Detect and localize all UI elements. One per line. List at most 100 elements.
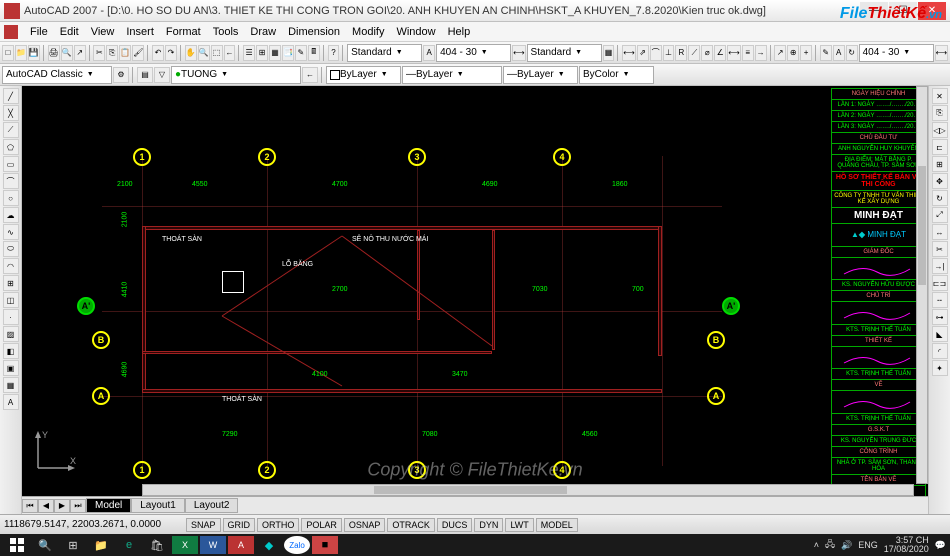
store-icon[interactable]: 🛍: [144, 536, 170, 554]
ellipse-icon[interactable]: ⬭: [3, 241, 19, 257]
open-icon[interactable]: 📁: [15, 45, 27, 61]
model-button[interactable]: MODEL: [536, 518, 578, 532]
menu-draw[interactable]: Draw: [244, 24, 282, 40]
tab-prev-icon[interactable]: ◀: [38, 499, 54, 513]
menu-insert[interactable]: Insert: [120, 24, 160, 40]
dim-angular-icon[interactable]: ∠: [714, 45, 726, 61]
ortho-button[interactable]: ORTHO: [257, 518, 299, 532]
word-icon[interactable]: W: [200, 536, 226, 554]
erase-icon[interactable]: ✕: [932, 88, 948, 104]
help-icon[interactable]: ?: [328, 45, 340, 61]
menu-edit[interactable]: Edit: [54, 24, 85, 40]
move-icon[interactable]: ✥: [932, 173, 948, 189]
dim-style-control[interactable]: 404 - 30▼: [859, 44, 934, 62]
quickcalc-icon[interactable]: 🖩: [308, 45, 320, 61]
taskview-icon[interactable]: ⊞: [60, 536, 86, 554]
dim-style-icon[interactable]: ⟷: [935, 45, 948, 61]
layer-filter-icon[interactable]: ▽: [154, 67, 170, 83]
copy-icon[interactable]: ⎘: [106, 45, 118, 61]
offset-icon[interactable]: ⊏: [932, 139, 948, 155]
array-icon[interactable]: ⊞: [932, 156, 948, 172]
dim-update-icon[interactable]: ↻: [846, 45, 858, 61]
menu-modify[interactable]: Modify: [346, 24, 390, 40]
dim-edit-icon[interactable]: ✎: [820, 45, 832, 61]
ducs-button[interactable]: DUCS: [437, 518, 473, 532]
textstyle-icon[interactable]: A: [423, 45, 435, 61]
line-icon[interactable]: ╱: [3, 88, 19, 104]
textstyle-dropdown[interactable]: Standard▼: [347, 44, 422, 62]
layer-previous-icon[interactable]: ←: [302, 67, 318, 83]
linetype-dropdown[interactable]: — ByLayer▼: [402, 66, 502, 84]
preview-icon[interactable]: 🔍: [61, 45, 73, 61]
revcloud-icon[interactable]: ☁: [3, 207, 19, 223]
autocad-task-icon[interactable]: A: [228, 536, 254, 554]
paste-icon[interactable]: 📋: [119, 45, 131, 61]
tab-layout1[interactable]: Layout1: [131, 498, 185, 513]
explorer-icon[interactable]: 📁: [88, 536, 114, 554]
tablestyle-dropdown[interactable]: Standard▼: [527, 44, 602, 62]
region-icon[interactable]: ▣: [3, 360, 19, 376]
mirror-icon[interactable]: ◁▷: [932, 122, 948, 138]
explode-icon[interactable]: ✦: [932, 360, 948, 376]
search-icon[interactable]: 🔍: [32, 536, 58, 554]
mtext-icon[interactable]: A: [3, 394, 19, 410]
dimstyle-dropdown[interactable]: 404 - 30▼: [436, 44, 511, 62]
dyn-button[interactable]: DYN: [474, 518, 503, 532]
pline-icon[interactable]: ⟋: [3, 122, 19, 138]
horizontal-scrollbar[interactable]: [142, 484, 914, 496]
match-icon[interactable]: 🖌: [132, 45, 144, 61]
arc-icon[interactable]: ⌒: [3, 173, 19, 189]
gradient-icon[interactable]: ◧: [3, 343, 19, 359]
tab-next-icon[interactable]: ▶: [54, 499, 70, 513]
circle-icon[interactable]: ○: [3, 190, 19, 206]
tool-palette-icon[interactable]: ▦: [269, 45, 281, 61]
grid-button[interactable]: GRID: [223, 518, 256, 532]
layer-dropdown[interactable]: ● TUONG▼: [171, 66, 301, 84]
app2-task-icon[interactable]: ■: [312, 536, 338, 554]
join-icon[interactable]: ⊶: [932, 309, 948, 325]
zoom-icon[interactable]: 🔍: [198, 45, 210, 61]
cut-icon[interactable]: ✂: [93, 45, 105, 61]
sheet-set-icon[interactable]: 📑: [282, 45, 294, 61]
language-indicator[interactable]: ENG: [858, 540, 878, 550]
lwt-button[interactable]: LWT: [505, 518, 533, 532]
tablestyle-icon[interactable]: ▦: [603, 45, 615, 61]
properties-icon[interactable]: ☰: [243, 45, 255, 61]
center-mark-icon[interactable]: +: [800, 45, 812, 61]
notifications-icon[interactable]: 💬: [935, 540, 946, 551]
menu-window[interactable]: Window: [390, 24, 441, 40]
plot-icon[interactable]: 🖨: [48, 45, 60, 61]
clock[interactable]: 3:57 CH 17/08/2020: [884, 536, 929, 554]
menu-file[interactable]: File: [24, 24, 54, 40]
break-at-icon[interactable]: ⊏⊐: [932, 275, 948, 291]
polygon-icon[interactable]: ⬠: [3, 139, 19, 155]
redo-icon[interactable]: ↷: [165, 45, 177, 61]
zoom-prev-icon[interactable]: ←: [224, 45, 236, 61]
osnap-button[interactable]: OSNAP: [344, 518, 386, 532]
tolerance-icon[interactable]: ⊕: [787, 45, 799, 61]
app-task-icon[interactable]: ◆: [256, 536, 282, 554]
copy-obj-icon[interactable]: ⎘: [932, 105, 948, 121]
plotstyle-dropdown[interactable]: ByColor▼: [579, 66, 654, 84]
edge-icon[interactable]: e: [116, 536, 142, 554]
new-icon[interactable]: □: [2, 45, 14, 61]
dim-ordinate-icon[interactable]: ⊥: [663, 45, 675, 61]
design-center-icon[interactable]: ⊞: [256, 45, 268, 61]
dim-linear-icon[interactable]: ⟷: [622, 45, 635, 61]
workspace-dropdown[interactable]: AutoCAD Classic▼: [2, 66, 112, 84]
markup-icon[interactable]: ✎: [295, 45, 307, 61]
make-block-icon[interactable]: ◫: [3, 292, 19, 308]
network-icon[interactable]: 🖧: [825, 537, 835, 553]
tray-expand-icon[interactable]: ˄: [814, 540, 819, 550]
vertical-scrollbar[interactable]: [916, 86, 928, 484]
dim-arc-icon[interactable]: ⌒: [650, 45, 662, 61]
tab-layout2[interactable]: Layout2: [185, 498, 239, 513]
undo-icon[interactable]: ↶: [152, 45, 164, 61]
break-icon[interactable]: ╌: [932, 292, 948, 308]
lineweight-dropdown[interactable]: — ByLayer▼: [503, 66, 578, 84]
menu-view[interactable]: View: [85, 24, 121, 40]
dim-baseline-icon[interactable]: ≡: [742, 45, 754, 61]
xline-icon[interactable]: ╳: [3, 105, 19, 121]
hatch-icon[interactable]: ▨: [3, 326, 19, 342]
zalo-icon[interactable]: Zalo: [284, 536, 310, 554]
